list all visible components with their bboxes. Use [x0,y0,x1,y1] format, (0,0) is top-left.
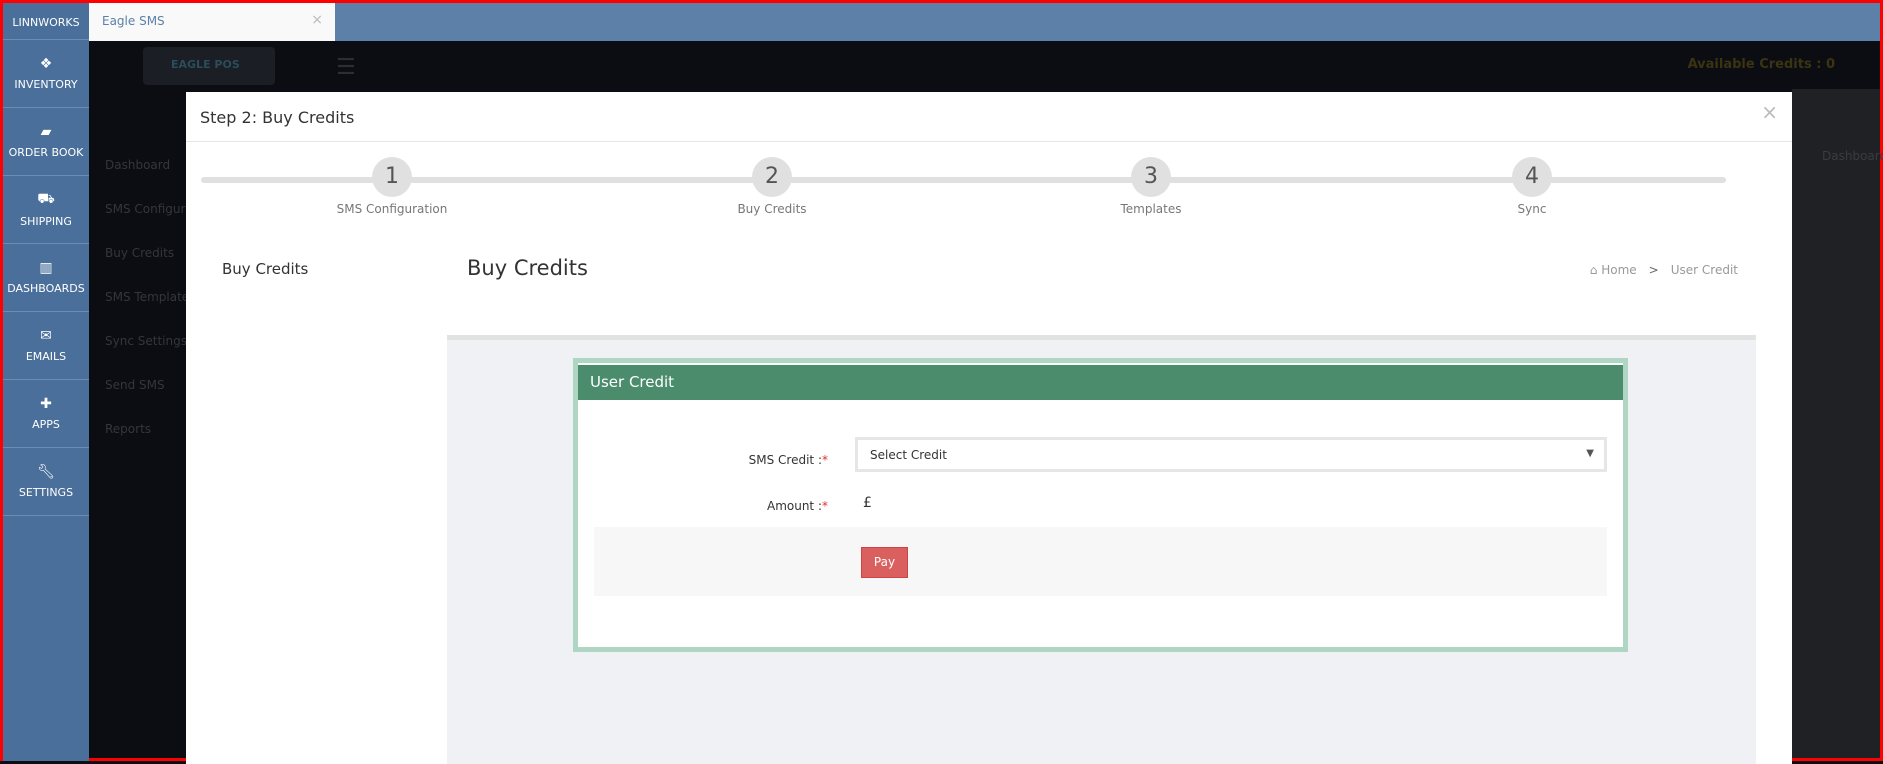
puzzle-icon: ✚ [40,396,52,412]
step-4[interactable]: 4 Sync [1452,157,1612,216]
sidebar-item-apps[interactable]: ✚ APPS [3,380,89,448]
sidebar-item-label: EMAILS [25,350,67,363]
buy-credits-content: Buy Credits ⌂ Home > User Credit User Cred… [447,236,1756,764]
required-marker: * [822,499,828,513]
truck-icon: ⛟ [37,191,55,207]
sidebar-item-shipping[interactable]: ⛟ SHIPPING [3,176,89,244]
sms-credit-label: SMS Credit :* [749,453,828,467]
step-number: 1 [372,157,412,197]
wizard-stepper: 1 SMS Configuration 2 Buy Credits 3 Templat… [201,157,1726,227]
sidebar-item-order-book[interactable]: ▰ ORDER BOOK [3,108,89,176]
close-icon[interactable]: × [311,12,323,28]
step-number: 4 [1512,157,1552,197]
step-number: 2 [752,157,792,197]
sidebar-item-label: APPS [32,418,60,431]
cubes-icon: ❖ [39,56,53,72]
required-marker: * [822,453,828,467]
dropdown-arrow-icon: ▼ [1586,448,1594,459]
wrench-icon: 🔧︎ [37,464,55,480]
logo: EAGLE POS [143,47,275,85]
book-icon: ▰ [40,124,52,140]
sidebar-item-settings[interactable]: 🔧︎ SETTINGS [3,448,89,516]
bar-chart-icon: ▥ [39,260,53,276]
step-number: 3 [1131,157,1171,197]
breadcrumb-separator: > [1648,263,1659,277]
tab-bar: Eagle SMS × [89,3,1880,41]
sidebar-item-label: ORDER BOOK [8,146,84,159]
breadcrumb-current: User Credit [1670,263,1738,277]
step-label: Templates [1120,202,1182,216]
amount-label: Amount :* [767,499,828,513]
available-credits: Available Credits : 0 [1687,57,1835,72]
sidebar-item-label: SHIPPING [20,215,72,228]
label-text: SMS Credit : [748,453,822,467]
sidebar-item-dashboards[interactable]: ▥ DASHBOARDS [3,244,89,312]
page-title: Buy Credits [467,256,588,280]
breadcrumb-home[interactable]: Home [1601,263,1636,277]
step-label: SMS Configuration [336,202,448,216]
buy-credits-modal: Step 2: Buy Credits × 1 SMS Configuration… [186,92,1792,764]
tab-label: Eagle SMS [102,14,165,28]
card-footer: Pay [594,527,1607,596]
select-value: Select Credit [870,448,947,462]
home-icon: ⌂ [1589,263,1602,277]
menu-icon[interactable]: ☰ [336,55,356,80]
sidebar-item-label: DASHBOARDS [7,282,85,295]
sidebar-item-linnworks[interactable]: LINNWORKS [3,3,89,40]
background-panel: Dashboard [1792,89,1883,758]
section-label: Buy Credits [222,260,309,278]
card-title: User Credit [578,365,1623,400]
sms-credit-select[interactable]: Select Credit ▼ [855,437,1607,472]
step-2[interactable]: 2 Buy Credits [692,157,852,216]
step-label: Buy Credits [737,202,807,216]
sidebar-item-label: LINNWORKS [12,16,80,29]
pay-button[interactable]: Pay [861,547,908,578]
sidebar-item-label: SETTINGS [18,486,74,499]
modal-title: Step 2: Buy Credits [186,92,1792,142]
label-text: Amount : [766,499,822,513]
left-sidebar: LINNWORKS ❖ INVENTORY ▰ ORDER BOOK ⛟ SHIPPI… [3,3,89,761]
content-body: User Credit SMS Credit :* Select Credit ▼… [447,335,1756,764]
close-icon[interactable]: × [1761,100,1778,124]
background-breadcrumb: Dashboard [1822,149,1883,163]
step-3[interactable]: 3 Templates [1071,157,1231,216]
sidebar-item-label: INVENTORY [14,78,78,91]
sidebar-item-inventory[interactable]: ❖ INVENTORY [3,40,89,108]
breadcrumb: ⌂ Home > User Credit [1590,263,1738,277]
user-credit-card: User Credit SMS Credit :* Select Credit ▼… [573,358,1628,652]
sidebar-item-emails[interactable]: ✉ EMAILS [3,312,89,380]
amount-value: £ [863,495,872,511]
step-1[interactable]: 1 SMS Configuration [312,157,472,216]
step-label: Sync [1517,202,1547,216]
envelope-icon: ✉ [40,328,52,344]
tab-eagle-sms[interactable]: Eagle SMS × [89,3,335,41]
